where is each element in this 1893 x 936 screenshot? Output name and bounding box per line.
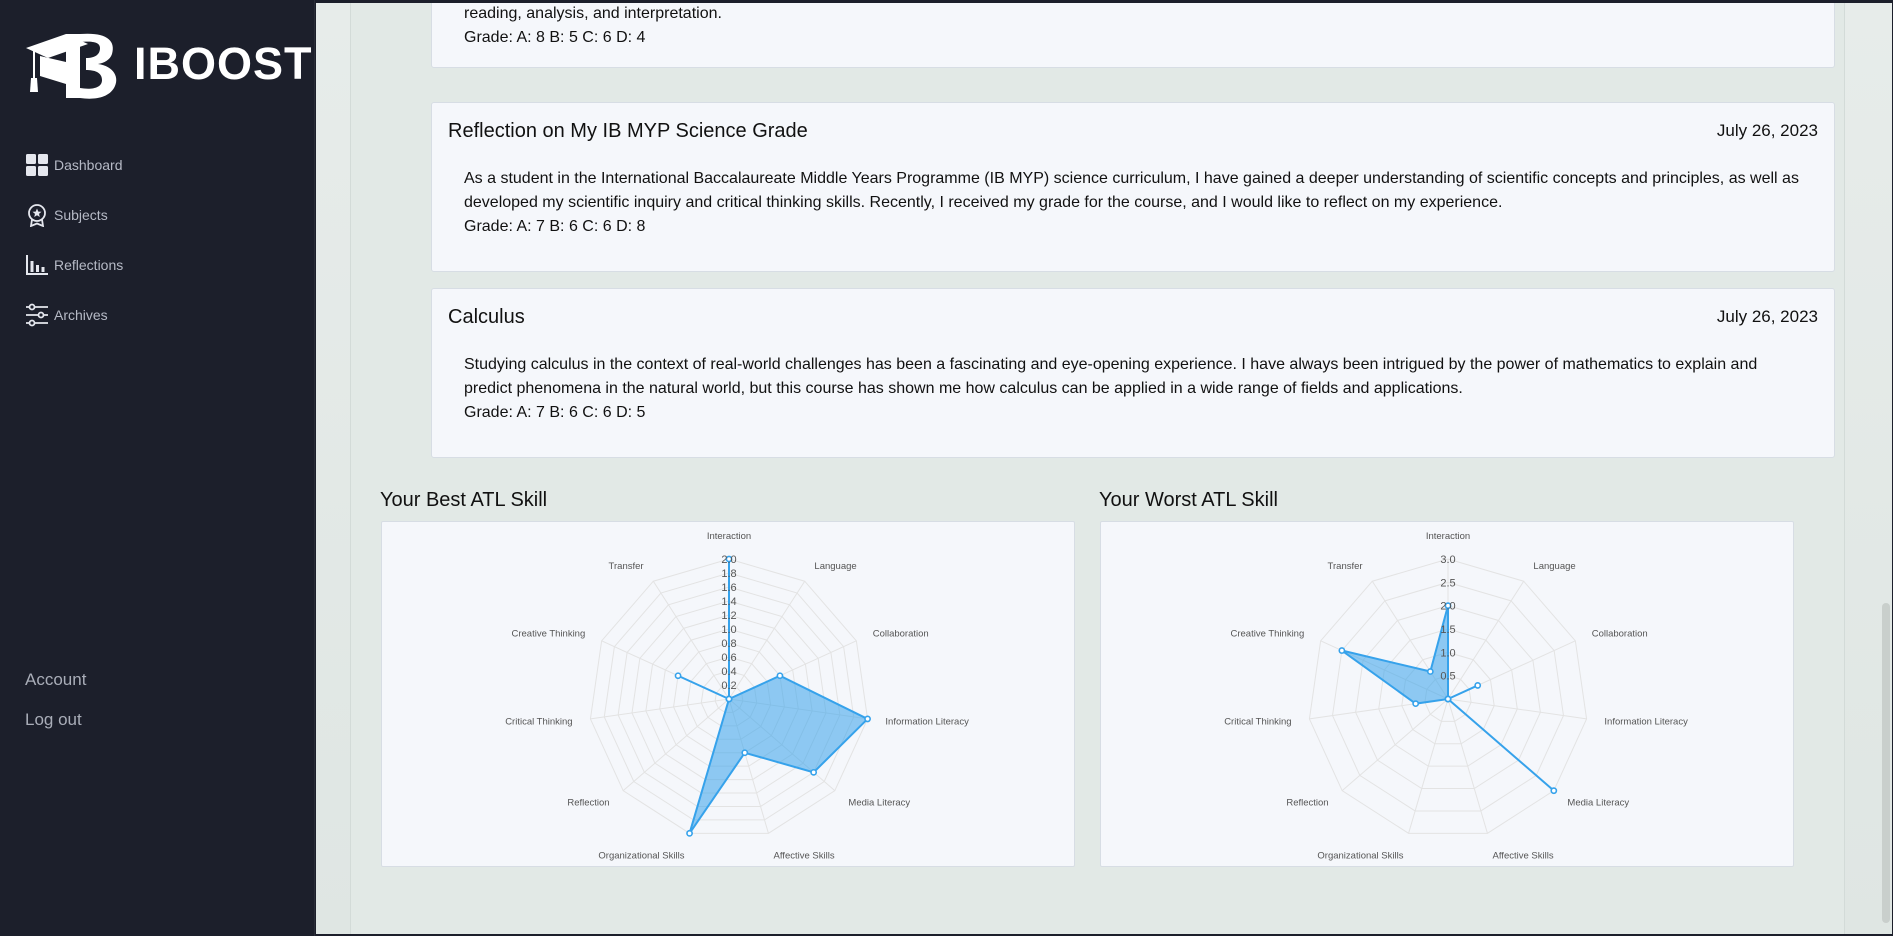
radar-tick-label: 1.4: [721, 596, 736, 608]
award-icon: [24, 202, 50, 228]
graduation-cap-logo-icon: [26, 33, 117, 99]
radar-tick-label: 0.4: [721, 666, 736, 678]
reflection-card[interactable]: Calculus July 26, 2023 Studying calculus…: [431, 288, 1835, 458]
radar-tick-label: 1.2: [721, 610, 736, 622]
sidebar-item-label: Dashboard: [54, 157, 123, 173]
radar-point[interactable]: [1474, 682, 1482, 689]
radar-point[interactable]: [686, 829, 693, 837]
sidebar-item-archives[interactable]: Archives: [24, 290, 123, 340]
logo[interactable]: IBOOST: [26, 26, 313, 100]
worst-atl-chart: 0.5 1.0 1.5 2.0 2.5 3.0 Interaction Language Col…: [1100, 521, 1794, 867]
radar-tick-label: 3.0: [1440, 554, 1455, 566]
sidebar-item-label: Archives: [54, 307, 108, 323]
radar-axis-label: Creative Thinking: [1231, 628, 1305, 639]
radar-axis-label: Interaction: [1426, 531, 1470, 542]
best-atl-radar: 0.2 0.4 0.6 0.8 1.0 1.2 1.4 1.6 1.8 2.0 Interactio…: [505, 531, 969, 862]
reflection-card[interactable]: Reflection on My IB MYP Science Grade Ju…: [431, 102, 1835, 272]
radar-axis-label: Language: [814, 561, 856, 572]
radar-axis-label: Information Literacy: [885, 716, 969, 727]
sidebar-nav: Dashboard Subjects Reflections Archives: [24, 140, 123, 340]
worst-atl-title: Your Worst ATL Skill: [1099, 489, 1278, 511]
radar-point[interactable]: [864, 715, 871, 723]
account-menu: Account Log out: [25, 668, 86, 748]
radar-point[interactable]: [725, 695, 733, 703]
logout-link[interactable]: Log out: [25, 708, 86, 748]
reflection-title: Reflection on My IB MYP Science Grade: [448, 120, 808, 142]
radar-axis-label: Affective Skills: [774, 851, 835, 862]
radar-point[interactable]: [1444, 695, 1452, 703]
reflection-date: July 26, 2023: [1716, 307, 1818, 326]
radar-tick-label: 1.8: [721, 568, 736, 580]
radar-tick-label: 2.0: [721, 554, 736, 566]
content-panel: reading, analysis, and interpretation. G…: [350, 3, 1845, 934]
reflection-title: Calculus: [448, 306, 525, 328]
radar-tick-label: 0.2: [721, 680, 736, 692]
radar-axis-label: Affective Skills: [1493, 851, 1554, 862]
radar-point[interactable]: [1412, 700, 1420, 708]
sidebar-item-subjects[interactable]: Subjects: [24, 190, 123, 240]
radar-axis-label: Organizational Skills: [1317, 851, 1403, 862]
radar-tick-label: 2.5: [1440, 577, 1455, 589]
sliders-icon: [24, 302, 50, 328]
radar-axis-label: Organizational Skills: [598, 851, 684, 862]
sidebar-item-label: Subjects: [54, 207, 108, 223]
reflection-grade: Grade: A: 7 B: 6 C: 6 D: 5: [464, 404, 646, 421]
radar-tick-label: 1.6: [721, 582, 736, 594]
radar-tick-label: 1.5: [1440, 624, 1455, 636]
radar-point[interactable]: [1550, 787, 1558, 795]
radar-axis-label: Collaboration: [1592, 628, 1648, 639]
radar-point[interactable]: [1426, 668, 1434, 675]
radar-axis-label: Reflection: [567, 797, 609, 808]
radar-point[interactable]: [741, 749, 749, 757]
radar-point[interactable]: [810, 768, 818, 776]
radar-tick-label: 0.5: [1440, 671, 1455, 683]
account-link[interactable]: Account: [25, 668, 86, 708]
app-name: IBOOST: [134, 38, 313, 89]
radar-point[interactable]: [1338, 647, 1346, 654]
radar-tick-label: 1.0: [721, 624, 736, 636]
radar-tick-label: 0.6: [721, 652, 736, 664]
radar-point[interactable]: [674, 672, 682, 680]
main-content: reading, analysis, and interpretation. G…: [316, 3, 1892, 934]
scrollbar[interactable]: [1882, 603, 1890, 923]
radar-spoke: [590, 698, 730, 720]
sidebar-item-label: Reflections: [54, 257, 124, 273]
radar-axis-label: Critical Thinking: [1224, 716, 1291, 727]
reflection-date: July 26, 2023: [1716, 121, 1818, 140]
best-atl-title: Your Best ATL Skill: [380, 489, 548, 511]
reflection-body: Studying calculus in the context of real…: [464, 356, 1758, 397]
radar-axis-label: Information Literacy: [1604, 716, 1688, 727]
radar-point[interactable]: [776, 672, 784, 680]
radar-tick-label: 2.0: [1440, 601, 1455, 613]
reflection-body: As a student in the International Baccal…: [464, 170, 1799, 211]
radar-tick-label: 0.8: [721, 638, 736, 650]
sidebar: IBOOST Dashboard Subjects Reflections Ar…: [0, 0, 315, 936]
radar-axis-label: Creative Thinking: [512, 628, 586, 639]
reflection-card[interactable]: reading, analysis, and interpretation. G…: [431, 3, 1835, 68]
radar-axis-label: Collaboration: [873, 628, 929, 639]
radar-axis-label: Language: [1533, 561, 1575, 572]
worst-atl-radar: 0.5 1.0 1.5 2.0 2.5 3.0 Interaction Language Col…: [1224, 531, 1688, 862]
reflection-body: reading, analysis, and interpretation.: [464, 5, 722, 22]
radar-axis-label: Media Literacy: [1567, 797, 1629, 808]
reflection-grade: Grade: A: 7 B: 6 C: 6 D: 8: [464, 218, 646, 235]
radar-axis-label: Interaction: [707, 531, 751, 542]
radar-axis-label: Transfer: [609, 561, 644, 572]
reflection-grade: Grade: A: 8 B: 5 C: 6 D: 4: [464, 29, 646, 46]
radar-tick-label: 1.0: [1440, 647, 1455, 659]
radar-axis-label: Transfer: [1328, 561, 1363, 572]
best-atl-chart: 0.2 0.4 0.6 0.8 1.0 1.2 1.4 1.6 1.8 2.0 Interactio…: [381, 521, 1075, 867]
dashboard-icon: [24, 152, 50, 178]
radar-axis-label: Media Literacy: [848, 797, 910, 808]
radar-axis-label: Critical Thinking: [505, 716, 572, 727]
radar-spoke: [1341, 698, 1449, 792]
radar-axis-label: Reflection: [1286, 797, 1328, 808]
sidebar-item-dashboard[interactable]: Dashboard: [24, 140, 123, 190]
bar-chart-icon: [24, 252, 50, 278]
sidebar-item-reflections[interactable]: Reflections: [24, 240, 123, 290]
